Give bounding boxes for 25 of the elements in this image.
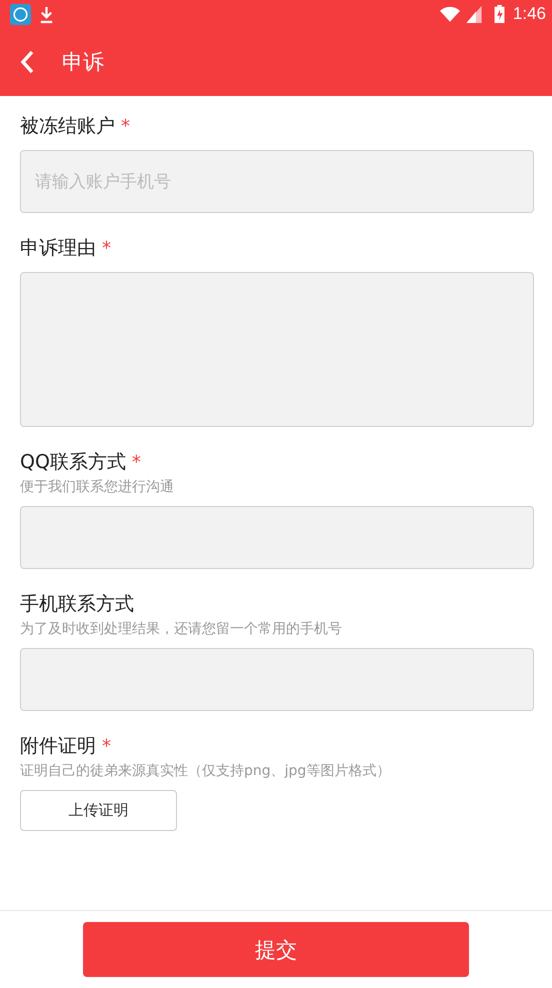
input-field[interactable] [20,648,534,711]
field-label: QQ联系方式 [20,450,126,475]
back-icon[interactable] [20,50,34,74]
field-hint: 为了及时收到处理结果，还请您留一个常用的手机号 [20,620,343,638]
input-field[interactable] [20,506,534,569]
field-hint: 证明自己的徒弟来源真实性（仅支持png、jpg等图片格式） [20,762,392,780]
required-mark: * [102,238,111,258]
clock-time: 1:46 [512,4,546,24]
signal-icon [464,6,484,22]
submit-button[interactable]: 提交 [83,922,469,977]
field-label: 手机联系方式 [20,592,134,617]
field-label: 被冻结账户 [20,114,115,139]
required-mark: * [121,116,130,136]
required-mark: * [132,452,141,472]
app-icon [10,4,31,24]
battery-charging-icon [494,5,505,23]
field-hint: 便于我们联系您进行沟通 [20,478,175,496]
page-title: 申诉 [62,49,104,76]
upload-button[interactable]: 上传证明 [20,790,177,831]
field-label: 申诉理由 [20,236,96,261]
field-label: 附件证明 [20,734,96,759]
wifi-icon [440,6,460,22]
required-mark: * [102,736,111,756]
text-area[interactable] [20,272,534,427]
download-icon [39,4,54,24]
